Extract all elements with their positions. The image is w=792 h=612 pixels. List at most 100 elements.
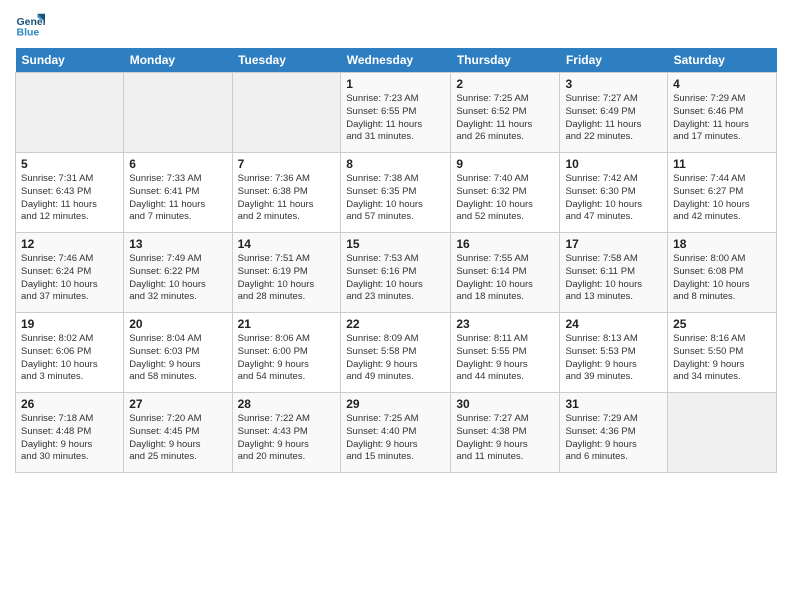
day-info: Sunrise: 7:23 AM Sunset: 6:55 PM Dayligh… [346, 93, 445, 144]
day-info: Sunrise: 7:36 AM Sunset: 6:38 PM Dayligh… [238, 173, 336, 224]
day-number: 26 [21, 397, 118, 411]
day-info: Sunrise: 8:09 AM Sunset: 5:58 PM Dayligh… [346, 333, 445, 384]
weekday-sunday: Sunday [16, 48, 124, 73]
calendar-cell: 23 Sunrise: 8:11 AM Sunset: 5:55 PM Dayli… [451, 313, 560, 393]
day-number: 20 [129, 317, 226, 331]
weekday-monday: Monday [124, 48, 232, 73]
day-number: 5 [21, 157, 118, 171]
day-number: 30 [456, 397, 554, 411]
day-number: 15 [346, 237, 445, 251]
day-info: Sunrise: 7:53 AM Sunset: 6:16 PM Dayligh… [346, 253, 445, 304]
weekday-saturday: Saturday [668, 48, 777, 73]
calendar-cell [16, 73, 124, 153]
calendar-cell: 28Sunrise: 7:22 AM Sunset: 4:43 PM Dayli… [232, 393, 341, 473]
calendar-cell: 10 Sunrise: 7:42 AM Sunset: 6:30 PM Dayli… [560, 153, 668, 233]
day-info: Sunrise: 7:25 AM Sunset: 4:40 PM Dayligh… [346, 413, 445, 464]
day-info: Sunrise: 8:13 AM Sunset: 5:53 PM Dayligh… [565, 333, 662, 384]
calendar-cell: 7 Sunrise: 7:36 AM Sunset: 6:38 PM Daylig… [232, 153, 341, 233]
day-number: 31 [565, 397, 662, 411]
calendar-week-4: 19 Sunrise: 8:02 AM Sunset: 6:06 PM Dayli… [16, 313, 777, 393]
day-number: 22 [346, 317, 445, 331]
day-number: 8 [346, 157, 445, 171]
weekday-tuesday: Tuesday [232, 48, 341, 73]
day-info: Sunrise: 7:31 AM Sunset: 6:43 PM Dayligh… [21, 173, 118, 224]
weekday-friday: Friday [560, 48, 668, 73]
day-number: 4 [673, 77, 771, 91]
calendar-cell: 30 Sunrise: 7:27 AM Sunset: 4:38 PM Dayli… [451, 393, 560, 473]
calendar-week-2: 5 Sunrise: 7:31 AM Sunset: 6:43 PM Daylig… [16, 153, 777, 233]
weekday-header-row: SundayMondayTuesdayWednesdayThursdayFrid… [16, 48, 777, 73]
calendar-cell: 8 Sunrise: 7:38 AM Sunset: 6:35 PM Daylig… [341, 153, 451, 233]
calendar-cell: 24 Sunrise: 8:13 AM Sunset: 5:53 PM Dayli… [560, 313, 668, 393]
weekday-thursday: Thursday [451, 48, 560, 73]
svg-text:Blue: Blue [17, 27, 40, 39]
calendar-cell: 1 Sunrise: 7:23 AM Sunset: 6:55 PM Daylig… [341, 73, 451, 153]
header: General Blue [15, 10, 777, 40]
calendar-cell: 16 Sunrise: 7:55 AM Sunset: 6:14 PM Dayli… [451, 233, 560, 313]
day-info: Sunrise: 7:38 AM Sunset: 6:35 PM Dayligh… [346, 173, 445, 224]
day-number: 7 [238, 157, 336, 171]
calendar-week-3: 12Sunrise: 7:46 AM Sunset: 6:24 PM Dayli… [16, 233, 777, 313]
day-number: 14 [238, 237, 336, 251]
calendar-cell: 2Sunrise: 7:25 AM Sunset: 6:52 PM Daylig… [451, 73, 560, 153]
day-info: Sunrise: 7:27 AM Sunset: 4:38 PM Dayligh… [456, 413, 554, 464]
day-info: Sunrise: 7:18 AM Sunset: 4:48 PM Dayligh… [21, 413, 118, 464]
calendar-week-5: 26 Sunrise: 7:18 AM Sunset: 4:48 PM Dayli… [16, 393, 777, 473]
day-number: 25 [673, 317, 771, 331]
day-info: Sunrise: 8:11 AM Sunset: 5:55 PM Dayligh… [456, 333, 554, 384]
calendar-cell: 6 Sunrise: 7:33 AM Sunset: 6:41 PM Daylig… [124, 153, 232, 233]
day-info: Sunrise: 7:29 AM Sunset: 4:36 PM Dayligh… [565, 413, 662, 464]
day-info: Sunrise: 8:16 AM Sunset: 5:50 PM Dayligh… [673, 333, 771, 384]
day-info: Sunrise: 7:58 AM Sunset: 6:11 PM Dayligh… [565, 253, 662, 304]
day-number: 24 [565, 317, 662, 331]
day-info: Sunrise: 8:00 AM Sunset: 6:08 PM Dayligh… [673, 253, 771, 304]
day-info: Sunrise: 7:20 AM Sunset: 4:45 PM Dayligh… [129, 413, 226, 464]
calendar-body: 1 Sunrise: 7:23 AM Sunset: 6:55 PM Daylig… [16, 73, 777, 473]
calendar-cell: 5 Sunrise: 7:31 AM Sunset: 6:43 PM Daylig… [16, 153, 124, 233]
day-number: 13 [129, 237, 226, 251]
calendar-cell: 4 Sunrise: 7:29 AM Sunset: 6:46 PM Daylig… [668, 73, 777, 153]
day-number: 10 [565, 157, 662, 171]
page-container: General Blue SundayMondayTuesdayWednesda… [0, 0, 792, 483]
day-info: Sunrise: 7:29 AM Sunset: 6:46 PM Dayligh… [673, 93, 771, 144]
day-number: 27 [129, 397, 226, 411]
calendar-cell: 9Sunrise: 7:40 AM Sunset: 6:32 PM Daylig… [451, 153, 560, 233]
weekday-wednesday: Wednesday [341, 48, 451, 73]
day-number: 28 [238, 397, 336, 411]
day-info: Sunrise: 8:06 AM Sunset: 6:00 PM Dayligh… [238, 333, 336, 384]
calendar-cell: 20 Sunrise: 8:04 AM Sunset: 6:03 PM Dayli… [124, 313, 232, 393]
calendar-cell: 13Sunrise: 7:49 AM Sunset: 6:22 PM Dayli… [124, 233, 232, 313]
day-number: 1 [346, 77, 445, 91]
day-info: Sunrise: 8:04 AM Sunset: 6:03 PM Dayligh… [129, 333, 226, 384]
day-info: Sunrise: 7:44 AM Sunset: 6:27 PM Dayligh… [673, 173, 771, 224]
day-info: Sunrise: 7:55 AM Sunset: 6:14 PM Dayligh… [456, 253, 554, 304]
calendar-cell: 14 Sunrise: 7:51 AM Sunset: 6:19 PM Dayli… [232, 233, 341, 313]
calendar-cell: 25 Sunrise: 8:16 AM Sunset: 5:50 PM Dayli… [668, 313, 777, 393]
day-info: Sunrise: 8:02 AM Sunset: 6:06 PM Dayligh… [21, 333, 118, 384]
day-number: 19 [21, 317, 118, 331]
day-number: 3 [565, 77, 662, 91]
calendar-cell: 19 Sunrise: 8:02 AM Sunset: 6:06 PM Dayli… [16, 313, 124, 393]
day-number: 11 [673, 157, 771, 171]
day-number: 29 [346, 397, 445, 411]
day-number: 18 [673, 237, 771, 251]
day-info: Sunrise: 7:25 AM Sunset: 6:52 PM Dayligh… [456, 93, 554, 144]
day-info: Sunrise: 7:27 AM Sunset: 6:49 PM Dayligh… [565, 93, 662, 144]
calendar-cell: 11 Sunrise: 7:44 AM Sunset: 6:27 PM Dayli… [668, 153, 777, 233]
day-number: 6 [129, 157, 226, 171]
day-info: Sunrise: 7:40 AM Sunset: 6:32 PM Dayligh… [456, 173, 554, 224]
calendar-cell: 17 Sunrise: 7:58 AM Sunset: 6:11 PM Dayli… [560, 233, 668, 313]
logo: General Blue [15, 10, 49, 40]
day-number: 17 [565, 237, 662, 251]
day-info: Sunrise: 7:51 AM Sunset: 6:19 PM Dayligh… [238, 253, 336, 304]
calendar-week-1: 1 Sunrise: 7:23 AM Sunset: 6:55 PM Daylig… [16, 73, 777, 153]
day-number: 16 [456, 237, 554, 251]
calendar-cell: 21Sunrise: 8:06 AM Sunset: 6:00 PM Dayli… [232, 313, 341, 393]
day-info: Sunrise: 7:42 AM Sunset: 6:30 PM Dayligh… [565, 173, 662, 224]
day-info: Sunrise: 7:33 AM Sunset: 6:41 PM Dayligh… [129, 173, 226, 224]
calendar-cell: 22 Sunrise: 8:09 AM Sunset: 5:58 PM Dayli… [341, 313, 451, 393]
day-number: 23 [456, 317, 554, 331]
calendar-cell: 31 Sunrise: 7:29 AM Sunset: 4:36 PM Dayli… [560, 393, 668, 473]
calendar-cell: 26 Sunrise: 7:18 AM Sunset: 4:48 PM Dayli… [16, 393, 124, 473]
calendar-cell: 29 Sunrise: 7:25 AM Sunset: 4:40 PM Dayli… [341, 393, 451, 473]
